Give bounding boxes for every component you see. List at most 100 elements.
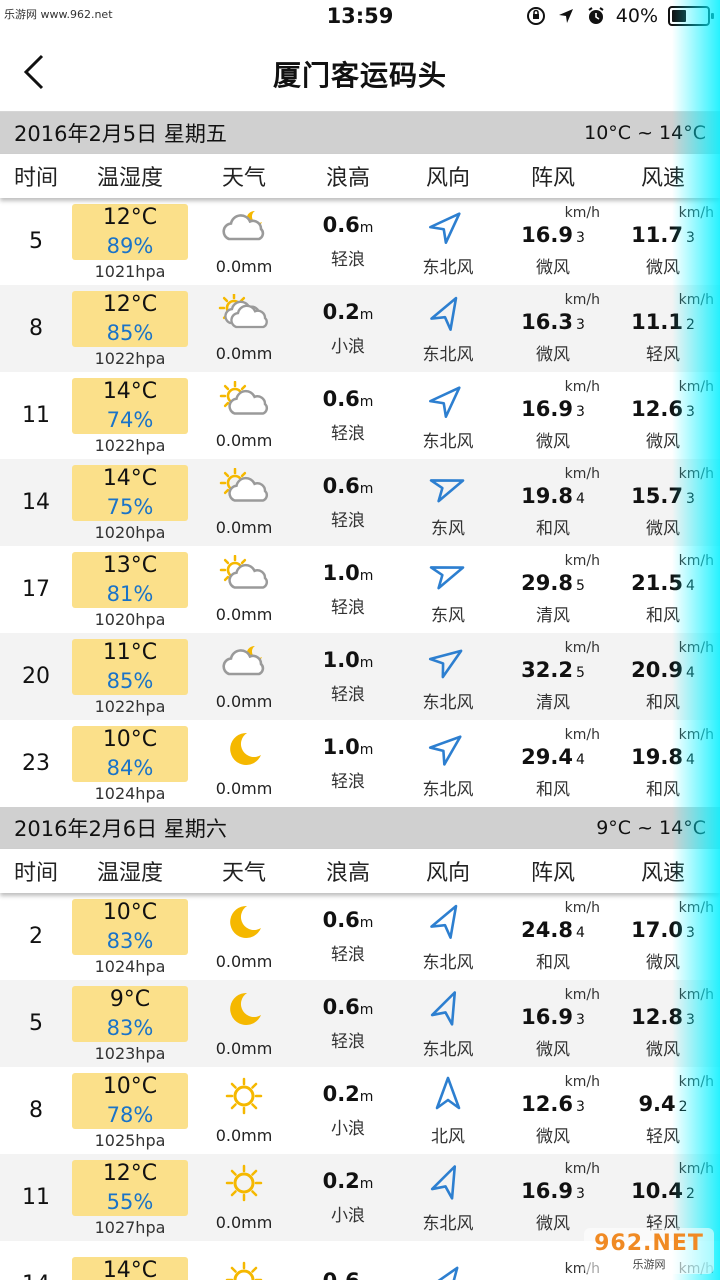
gust-speed: 16.9 3 <box>521 1005 585 1029</box>
gust-speed: 12.6 3 <box>521 1092 585 1116</box>
speed-label: 微风 <box>646 953 680 973</box>
wave-value: 0.6 <box>322 908 360 932</box>
forecast-row[interactable]: 23 10°C 84% 1024hpa 0.0mm 1.0m 轻浪 东北风 km… <box>0 720 720 807</box>
speed-label: 轻风 <box>646 1127 680 1147</box>
gust-level: 3 <box>575 1099 585 1115</box>
temperature: 12°C <box>102 292 158 317</box>
hour-cell: 14 <box>0 1241 72 1280</box>
hour-cell: 5 <box>0 980 72 1067</box>
speed-value: 10.4 <box>631 1179 683 1203</box>
wave-cell: 0.2m 小浪 <box>300 1067 396 1154</box>
wave-cell: 0.6m 轻浪 <box>300 198 396 285</box>
cloud-moon-icon <box>217 207 271 251</box>
wind-direction-cell <box>396 1241 500 1280</box>
sun-icon <box>217 1163 271 1207</box>
temperature: 13°C <box>102 553 158 578</box>
forecast-row[interactable]: 14 14°C 75% 1020hpa 0.0mm 0.6m 轻浪 东风 km/… <box>0 459 720 546</box>
hour-cell: 5 <box>0 198 72 285</box>
wind-direction-label: 东北风 <box>422 1214 474 1234</box>
wave-height: 0.6m <box>323 387 374 411</box>
wind-direction-label: 东北风 <box>422 432 474 452</box>
status-icons: 40% <box>526 5 714 27</box>
weather-cell: 0.0mm <box>188 372 300 459</box>
temp-humidity-cell: 9°C 83% 1023hpa <box>72 980 188 1067</box>
temp-box: 14°C 75% <box>72 465 188 521</box>
gust-label: 和风 <box>536 953 570 973</box>
wave-height: 0.6m <box>323 474 374 498</box>
gust-label: 微风 <box>536 345 570 365</box>
speed-value: 9.4 <box>638 1092 676 1116</box>
forecast-row[interactable]: 8 12°C 85% 1022hpa 0.0mm 0.2m 小浪 东北风 km/… <box>0 285 720 372</box>
wind-speed-cell: km/h 19.8 4 和风 <box>606 720 720 807</box>
forecast-row[interactable]: 20 11°C 85% 1022hpa 0.0mm 1.0m 轻浪 东北风 km… <box>0 633 720 720</box>
rainfall: 0.0mm <box>215 692 273 711</box>
wind-direction-cell: 东北风 <box>396 633 500 720</box>
wind-speed: 12.6 3 <box>631 397 695 421</box>
gust-level: 3 <box>575 317 585 333</box>
wind-speed-cell: km/h 11.1 2 轻风 <box>606 285 720 372</box>
wave-label: 轻浪 <box>331 945 365 965</box>
moon-icon <box>217 902 271 946</box>
speed-label: 轻风 <box>646 345 680 365</box>
wave-cell: 0.6m 轻浪 <box>300 980 396 1067</box>
speed-value: 12.6 <box>631 397 683 421</box>
sun-cloud-icon <box>217 554 271 599</box>
pressure: 1024hpa <box>94 957 166 976</box>
speed-unit: km/h <box>678 205 714 221</box>
humidity: 89% <box>106 234 154 258</box>
column-header-label: 风向 <box>425 166 470 191</box>
temp-humidity-cell: 11°C 85% 1022hpa <box>72 633 188 720</box>
wave-label: 轻浪 <box>331 424 365 444</box>
wave-height: 0.2m <box>323 1169 374 1193</box>
gust-label: 微风 <box>536 432 570 452</box>
gust-speed: 29.8 5 <box>521 571 585 595</box>
day-temp-range: 10°C ~ 14°C <box>584 122 706 144</box>
day-header: 2016年2月6日 星期六 9°C ~ 14°C <box>0 807 720 849</box>
pressure: 1023hpa <box>94 1044 166 1063</box>
hour: 5 <box>29 1011 43 1036</box>
battery-fill <box>672 10 686 22</box>
temp-box: 12°C 55% <box>72 1160 188 1216</box>
wave-height: 0.6m <box>323 1269 374 1280</box>
speed-label: 微风 <box>646 519 680 539</box>
wind-speed-cell: km/h 9.4 2 轻风 <box>606 1067 720 1154</box>
weather-cell: 0.0mm <box>188 1067 300 1154</box>
wind-direction-label: 东风 <box>431 519 465 539</box>
moon-icon <box>217 989 271 1033</box>
forecast-row[interactable]: 8 10°C 78% 1025hpa 0.0mm 0.2m 小浪 北风 km/h… <box>0 1067 720 1154</box>
forecast-list[interactable]: 2016年2月5日 星期五 10°C ~ 14°C 时间 温湿度 天气 浪高 风向 阵风 风速 … <box>0 112 720 1280</box>
speed-label: 微风 <box>646 258 680 278</box>
rainfall: 0.0mm <box>215 1039 273 1058</box>
wave-unit: m <box>359 915 374 931</box>
forecast-row[interactable]: 17 13°C 81% 1020hpa 0.0mm 1.0m 轻浪 东风 km/… <box>0 546 720 633</box>
speed-value: 19.8 <box>631 745 683 769</box>
gust-speed: 32.2 5 <box>521 658 585 682</box>
speed-level: 3 <box>685 1012 695 1028</box>
forecast-row[interactable]: 2 10°C 83% 1024hpa 0.0mm 0.6m 轻浪 东北风 km/… <box>0 893 720 980</box>
wave-label: 轻浪 <box>331 1032 365 1052</box>
forecast-row[interactable]: 5 9°C 83% 1023hpa 0.0mm 0.6m 轻浪 东北风 km/h… <box>0 980 720 1067</box>
status-bar: 乐游网 www.962.net 13:59 40% <box>0 0 720 36</box>
sun-icon <box>217 1260 271 1280</box>
gust-unit: km/h <box>564 379 600 395</box>
wave-cell: 1.0m 轻浪 <box>300 633 396 720</box>
speed-value: 15.7 <box>631 484 683 508</box>
wave-height: 0.2m <box>323 1082 374 1106</box>
wind-direction-cell: 东北风 <box>396 198 500 285</box>
forecast-row[interactable]: 11 14°C 74% 1022hpa 0.0mm 0.6m 轻浪 东北风 km… <box>0 372 720 459</box>
wind-speed: 11.7 3 <box>631 223 695 247</box>
gust-cell: km/h 24.8 4 和风 <box>500 893 606 980</box>
gust-level: 4 <box>575 752 585 768</box>
gust-cell: km/h 29.4 4 和风 <box>500 720 606 807</box>
temp-box: 12°C 85% <box>72 291 188 347</box>
wave-value: 0.2 <box>322 1169 360 1193</box>
day-temp-range: 9°C ~ 14°C <box>596 817 706 839</box>
wave-value: 1.0 <box>322 735 360 759</box>
wind-speed-cell: km/h 12.6 3 微风 <box>606 372 720 459</box>
forecast-row[interactable]: 5 12°C 89% 1021hpa 0.0mm 0.6m 轻浪 东北风 km/… <box>0 198 720 285</box>
speed-level: 2 <box>678 1099 688 1115</box>
speed-unit: km/h <box>678 1074 714 1090</box>
speed-level: 2 <box>685 317 695 333</box>
wind-speed-cell: km/h 15.7 3 微风 <box>606 459 720 546</box>
wave-value: 1.0 <box>322 648 360 672</box>
